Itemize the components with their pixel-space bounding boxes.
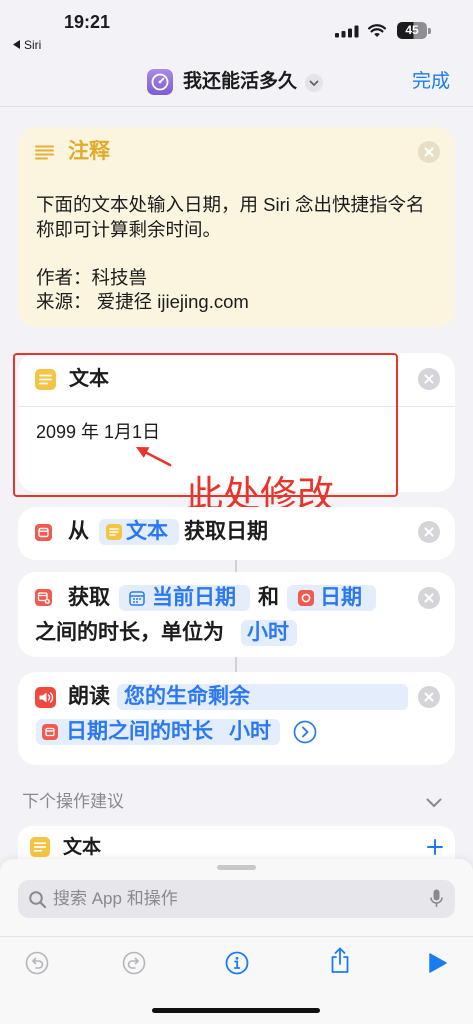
token-label: 小时	[247, 621, 289, 644]
search-field[interactable]	[18, 880, 455, 918]
wifi-icon	[368, 24, 386, 37]
microphone-icon[interactable]	[430, 889, 443, 909]
action-prefix: 从	[68, 520, 89, 543]
action-conjunction: 和	[258, 586, 279, 609]
speaker-icon	[35, 687, 56, 708]
done-button[interactable]: 完成	[412, 70, 450, 94]
shortcut-title-menu[interactable]: 我还能活多久	[147, 69, 325, 95]
battery-level: 45	[405, 23, 419, 37]
action-phrase: 之间的时长，单位为	[35, 621, 224, 644]
chevron-down-icon	[305, 74, 323, 92]
search-icon	[29, 891, 46, 908]
time-between-dates-action-card[interactable]: 获取 当前日期 和 日期 之间的时长，单位为 小时	[18, 572, 455, 657]
unit-token[interactable]: 小时	[241, 620, 297, 646]
end-date-token[interactable]: 日期	[287, 585, 376, 611]
input-variable-token[interactable]: 文本	[99, 519, 179, 545]
close-icon[interactable]	[418, 521, 440, 543]
text-icon	[30, 837, 50, 857]
calendar-icon	[129, 591, 145, 606]
start-date-token[interactable]: 当前日期	[119, 585, 250, 611]
undo-icon[interactable]	[25, 951, 49, 975]
token-label: 当前日期	[152, 586, 236, 609]
speak-text: 您的生命剩余	[124, 685, 250, 708]
close-icon[interactable]	[418, 368, 440, 390]
annotation-arrow	[136, 447, 172, 467]
suggestions-header[interactable]: 下个操作建议	[0, 790, 473, 814]
dates-variable-icon	[298, 590, 314, 606]
text-icon	[106, 524, 122, 540]
calendar-icon	[35, 524, 52, 541]
action-connector	[235, 560, 237, 572]
share-icon[interactable]	[329, 947, 351, 974]
comment-body-line[interactable]: 下面的文本处输入日期，用 Siri 念出快捷指令名	[36, 193, 425, 217]
action-connector	[235, 657, 237, 672]
shortcut-gauge-icon	[147, 69, 173, 95]
comment-author[interactable]: 作者：科技兽	[36, 266, 147, 290]
close-icon[interactable]	[418, 686, 440, 708]
action-suffix: 获取日期	[184, 520, 268, 543]
token-label: 日期之间的时长	[66, 720, 213, 743]
play-icon[interactable]	[427, 952, 447, 974]
back-app-label: Siri	[24, 37, 42, 52]
shortcut-title: 我还能活多久	[183, 71, 298, 92]
comment-source[interactable]: 来源： 爱捷径 ijiejing.com	[36, 290, 249, 314]
bottom-toolbar	[0, 937, 473, 992]
speak-text-action-card[interactable]: 朗读 您的生命剩余 日期之间的时长 小时	[18, 672, 455, 765]
battery-nub	[428, 28, 431, 34]
add-icon[interactable]	[427, 839, 443, 855]
action-search-sheet	[0, 859, 473, 1024]
close-icon[interactable]	[418, 141, 440, 163]
calendar-icon	[42, 724, 58, 740]
token-unit: 小时	[229, 720, 271, 743]
back-to-siri-link[interactable]: Siri	[13, 37, 41, 52]
suggestions-title: 下个操作建议	[22, 792, 124, 811]
comment-body-line[interactable]: 称即可计算剩余时间。	[36, 218, 221, 242]
suggestion-label: 文本	[63, 837, 102, 858]
status-time: 19:21	[64, 12, 111, 32]
token-label: 文本	[126, 520, 168, 543]
comment-title: 注释	[68, 140, 110, 163]
action-verb: 获取	[68, 586, 110, 609]
speak-text-field[interactable]: 您的生命剩余	[117, 684, 408, 710]
chevron-down-icon	[426, 798, 442, 807]
sheet-grabber[interactable]	[217, 865, 256, 870]
lines-icon	[35, 145, 54, 160]
close-icon[interactable]	[418, 587, 440, 609]
cellular-signal-icon	[335, 25, 359, 38]
back-arrow-icon	[13, 40, 20, 49]
comment-action-card[interactable]: 注释 下面的文本处输入日期，用 Siri 念出快捷指令名 称即可计算剩余时间。 …	[18, 127, 455, 327]
home-indicator[interactable]	[152, 1008, 320, 1013]
search-input[interactable]	[53, 880, 413, 918]
info-icon[interactable]	[225, 951, 249, 975]
nav-bar: 我还能活多久 完成	[0, 56, 473, 107]
duration-variable-token[interactable]: 日期之间的时长 小时	[36, 719, 280, 745]
get-dates-action-card[interactable]: 从 文本 获取日期	[18, 507, 455, 560]
status-bar: 19:21 Siri 45	[0, 0, 473, 56]
redo-icon[interactable]	[122, 951, 146, 975]
calendar-plus-icon	[35, 589, 52, 606]
battery-icon: 45	[397, 22, 427, 39]
chevron-right-circle-icon[interactable]	[293, 720, 317, 744]
token-label: 日期	[320, 586, 362, 609]
action-verb: 朗读	[68, 685, 110, 708]
